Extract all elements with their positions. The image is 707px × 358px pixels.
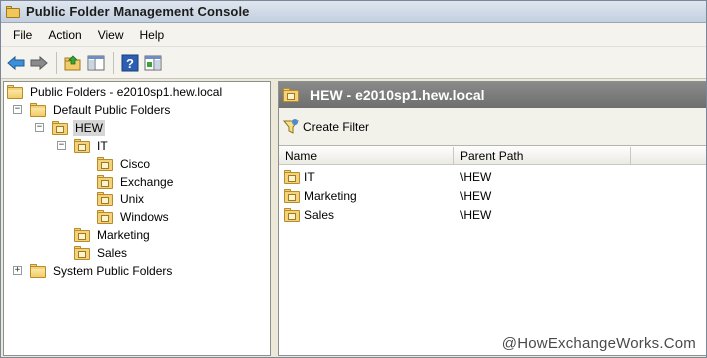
up-folder-icon: [64, 54, 81, 70]
title-bar[interactable]: Public Folder Management Console: [1, 1, 706, 23]
tree-item-label: System Public Folders: [53, 264, 173, 278]
svg-text:?: ?: [126, 56, 134, 71]
tree-item-label: Marketing: [97, 228, 150, 242]
public-folder-icon: [283, 88, 299, 102]
menu-file[interactable]: File: [5, 25, 40, 45]
help-button[interactable]: ?: [119, 52, 141, 74]
public-folder-icon: [97, 157, 113, 171]
tree-item-unix[interactable]: Unix: [97, 190, 146, 208]
row-name: Marketing: [304, 188, 357, 203]
table-row[interactable]: IT \HEW: [279, 167, 706, 186]
tree-item-hew[interactable]: HEW: [52, 119, 105, 137]
public-folder-icon: [74, 139, 90, 153]
tree-item-label: Default Public Folders: [53, 103, 171, 117]
back-button[interactable]: [5, 52, 27, 74]
name-cell: Sales: [279, 207, 454, 222]
tree-item-default-public-folders[interactable]: Default Public Folders: [30, 101, 172, 119]
row-parent-path: \HEW: [460, 169, 492, 184]
public-folder-icon: [284, 188, 300, 203]
row-name: Sales: [304, 207, 335, 222]
result-pane-header: HEW - e2010sp1.hew.local: [279, 82, 706, 108]
public-folder-icon: [97, 210, 113, 224]
tree-item-label: Exchange: [120, 175, 174, 189]
name-cell: IT: [279, 169, 454, 184]
collapse-expander[interactable]: −: [13, 105, 22, 114]
public-folder-icon: [284, 169, 300, 184]
column-header-filler: [631, 147, 706, 165]
row-parent-path: \HEW: [460, 207, 492, 222]
public-folder-icon: [97, 175, 113, 189]
table-row[interactable]: Marketing \HEW: [279, 186, 706, 205]
list-header: Name Parent Path: [279, 147, 706, 165]
tree-item-label: HEW: [73, 120, 105, 136]
pane-splitter[interactable]: [271, 81, 278, 356]
console-tree-pane[interactable]: Public Folders - e2010sp1.hew.local − De…: [3, 81, 271, 356]
result-pane: HEW - e2010sp1.hew.local Create Filter N…: [278, 81, 706, 356]
toolbar: ?: [1, 47, 706, 79]
show-hide-action-pane-icon: [144, 55, 162, 70]
toolbar-separator: [56, 51, 57, 74]
expand-expander[interactable]: +: [13, 266, 22, 275]
back-arrow-icon: [7, 55, 25, 70]
forward-button[interactable]: [28, 52, 50, 74]
table-row[interactable]: Sales \HEW: [279, 205, 706, 224]
show-hide-console-tree-icon: [87, 55, 105, 70]
row-name: IT: [304, 169, 315, 184]
column-header-name[interactable]: Name: [279, 147, 454, 165]
folder-icon: [7, 85, 23, 99]
collapse-expander[interactable]: −: [57, 141, 66, 150]
result-pane-title: HEW - e2010sp1.hew.local: [310, 87, 485, 103]
forward-arrow-icon: [30, 55, 48, 70]
folder-icon: [30, 103, 46, 117]
public-folder-icon: [284, 207, 300, 222]
up-one-level-button[interactable]: [62, 52, 84, 74]
public-folder-icon: [74, 246, 90, 260]
tree-item-label: Unix: [120, 192, 145, 206]
tree-item-root[interactable]: Public Folders - e2010sp1.hew.local: [7, 83, 224, 101]
public-folder-icon: [74, 228, 90, 242]
menu-view[interactable]: View: [90, 25, 132, 45]
folder-icon: [30, 264, 46, 278]
public-folder-icon: [52, 121, 68, 135]
console-window: Public Folder Management Console File Ac…: [0, 0, 707, 358]
toolbar-separator: [113, 51, 114, 74]
tree-item-windows[interactable]: Windows: [97, 208, 171, 226]
public-folder-icon: [97, 192, 113, 206]
help-icon: ?: [121, 54, 139, 71]
create-filter-button[interactable]: Create Filter: [303, 120, 369, 134]
window-title: Public Folder Management Console: [26, 4, 250, 19]
menu-bar: File Action View Help: [1, 23, 706, 47]
tree-item-it[interactable]: IT: [74, 137, 110, 155]
menu-action[interactable]: Action: [40, 25, 89, 45]
tree-item-exchange[interactable]: Exchange: [97, 173, 175, 191]
menu-help[interactable]: Help: [132, 25, 173, 45]
app-folder-icon: [6, 5, 20, 19]
tree-item-marketing[interactable]: Marketing: [74, 226, 152, 244]
filter-bar: Create Filter: [279, 108, 706, 146]
tree-item-cisco[interactable]: Cisco: [97, 155, 152, 173]
column-header-parent-path[interactable]: Parent Path: [454, 147, 631, 165]
show-hide-action-pane-button[interactable]: [142, 52, 164, 74]
tree-item-label: Cisco: [120, 157, 151, 171]
row-parent-path: \HEW: [460, 188, 492, 203]
tree-item-label: IT: [97, 139, 108, 153]
tree-item-label: Sales: [97, 246, 128, 260]
filter-icon: [282, 118, 300, 134]
show-hide-console-tree-button[interactable]: [85, 52, 107, 74]
tree-item-sales[interactable]: Sales: [74, 244, 129, 262]
watermark: @HowExchangeWorks.Com: [501, 335, 696, 352]
collapse-expander[interactable]: −: [35, 123, 44, 132]
name-cell: Marketing: [279, 188, 454, 203]
tree-item-label: Public Folders - e2010sp1.hew.local: [30, 85, 223, 99]
tree-item-system-public-folders[interactable]: System Public Folders: [30, 262, 174, 280]
tree-item-label: Windows: [120, 210, 169, 224]
